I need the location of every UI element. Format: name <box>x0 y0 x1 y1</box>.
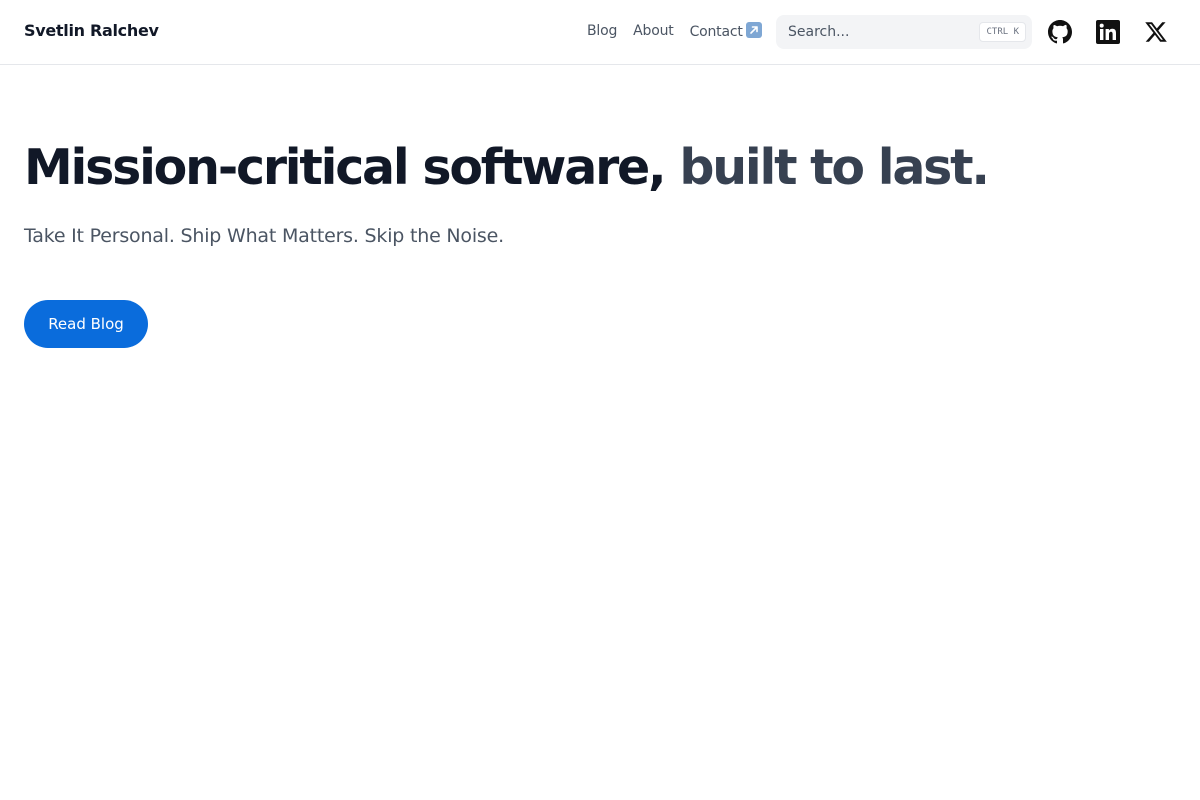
headline-main: Mission-critical software, <box>24 139 667 196</box>
search-shortcut-hint: CTRL K <box>979 22 1026 42</box>
x-icon <box>1144 20 1168 44</box>
nav-link-about[interactable]: About <box>633 23 674 39</box>
site-title-link[interactable]: Svetlin Ralchev <box>24 21 159 40</box>
headline-accent: built to last. <box>664 139 990 196</box>
linkedin-link[interactable] <box>1096 20 1120 44</box>
nav-link-blog[interactable]: Blog <box>587 23 617 39</box>
search-input[interactable] <box>776 15 971 49</box>
external-link-arrow-icon <box>745 22 762 38</box>
github-icon <box>1048 20 1072 44</box>
main-nav: Blog About Contact <box>587 22 762 40</box>
top-navbar: Svetlin Ralchev Blog About Contact CTRL … <box>0 0 1200 65</box>
github-link[interactable] <box>1048 20 1072 44</box>
nav-link-contact-label: Contact <box>689 24 743 40</box>
linkedin-icon <box>1096 20 1120 44</box>
x-link[interactable] <box>1144 20 1168 44</box>
hero-section: Mission-critical software, built to last… <box>24 138 1174 348</box>
hero-tagline: Take It Personal. Ship What Matters. Ski… <box>24 225 504 247</box>
read-blog-button[interactable]: Read Blog <box>24 300 148 348</box>
search-box[interactable]: CTRL K <box>776 15 1032 49</box>
hero-headline: Mission-critical software, built to last… <box>24 138 1174 198</box>
nav-link-contact[interactable]: Contact <box>690 22 762 40</box>
